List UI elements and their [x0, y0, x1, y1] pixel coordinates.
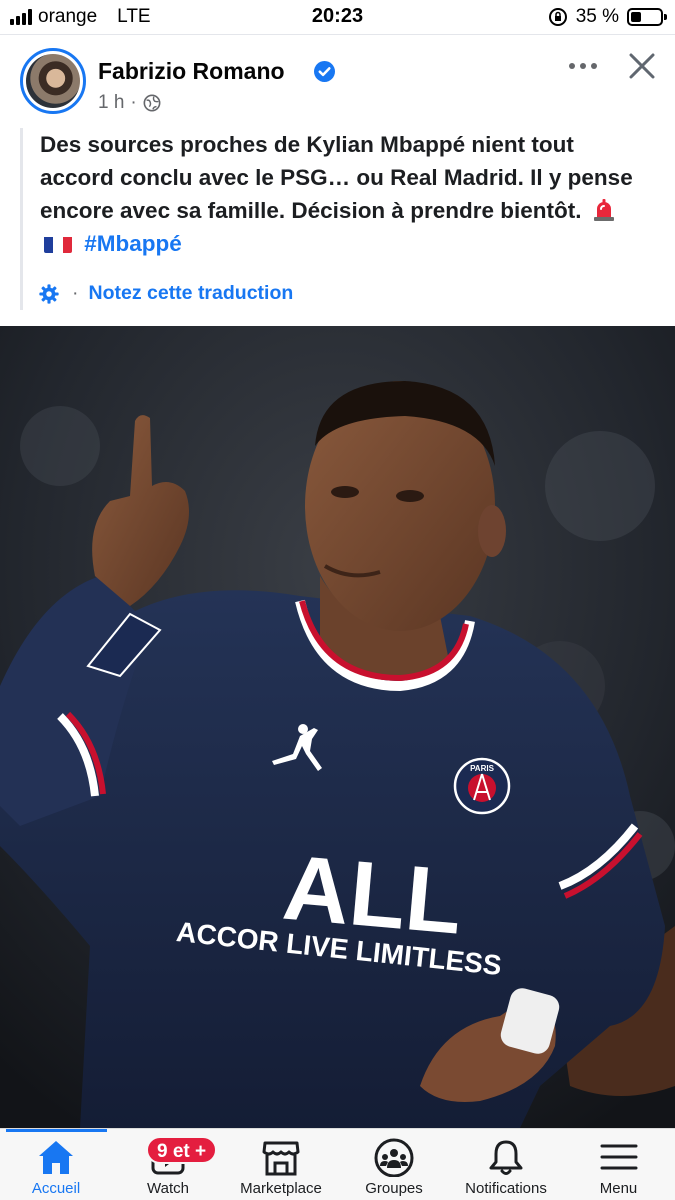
nav-label-groups: Groupes: [365, 1180, 423, 1197]
france-flag-emoji-icon: [44, 233, 72, 253]
translate-separator: ·: [72, 282, 79, 304]
nav-label-home: Accueil: [31, 1180, 81, 1197]
translation-rating-row: · Notez cette traduction: [38, 282, 293, 305]
groups-icon: [374, 1138, 414, 1177]
author-avatar[interactable]: [20, 48, 86, 114]
nav-label-menu: Menu: [599, 1180, 638, 1197]
status-right: 35 %: [548, 6, 667, 28]
battery-percentage: 35 %: [575, 6, 619, 27]
hashtag-link[interactable]: #Mbappé: [84, 231, 182, 256]
nav-tab-marketplace[interactable]: Marketplace: [224, 1129, 338, 1200]
menu-icon: [600, 1144, 637, 1170]
translation-quote-bar: [20, 128, 23, 310]
post-timestamp[interactable]: 1 h: [98, 92, 124, 114]
bell-icon: [489, 1140, 523, 1175]
bottom-navigation: Accueil Watch Marketplace Groupes Notifi…: [0, 1128, 675, 1200]
player-celebration-photo: PARIS ALL ACCOR LIVE LIMITLESS: [0, 326, 675, 1128]
verified-badge-icon: [314, 61, 335, 82]
nav-tab-menu[interactable]: Menu: [562, 1129, 675, 1200]
gear-icon[interactable]: [38, 283, 60, 305]
nav-label-notifications: Notifications: [465, 1180, 547, 1197]
nav-tab-groups[interactable]: Groupes: [338, 1129, 450, 1200]
post-body: Des sources proches de Kylian Mbappé nie…: [40, 132, 633, 223]
divider: [0, 34, 675, 35]
police-light-emoji-icon: [593, 199, 614, 221]
watch-notification-badge: 9 et +: [146, 1136, 218, 1164]
close-icon[interactable]: [626, 50, 658, 82]
nav-label-watch: Watch: [147, 1180, 189, 1197]
avatar-image: [26, 54, 80, 108]
author-name[interactable]: Fabrizio Romano: [98, 58, 285, 85]
crest-text: PARIS: [470, 764, 495, 773]
more-options-icon[interactable]: [566, 56, 600, 76]
post-photo[interactable]: PARIS ALL ACCOR LIVE LIMITLESS: [0, 326, 675, 1128]
status-bar: orange LTE 20:23 35 %: [0, 0, 675, 34]
meta-separator: ·: [130, 92, 137, 113]
globe-icon: [143, 94, 161, 112]
nav-tab-home[interactable]: Accueil: [0, 1129, 112, 1200]
battery-icon: [627, 8, 667, 26]
post-text: Des sources proches de Kylian Mbappé nie…: [40, 128, 650, 260]
nav-tab-notifications[interactable]: Notifications: [450, 1129, 562, 1200]
home-icon: [39, 1141, 73, 1174]
nav-label-marketplace: Marketplace: [240, 1180, 322, 1197]
post-meta: 1 h ·: [98, 92, 161, 114]
rate-translation-link[interactable]: Notez cette traduction: [89, 282, 294, 305]
marketplace-icon: [262, 1141, 300, 1176]
battery-level-fill: [631, 12, 641, 22]
orientation-lock-icon: [548, 8, 567, 26]
